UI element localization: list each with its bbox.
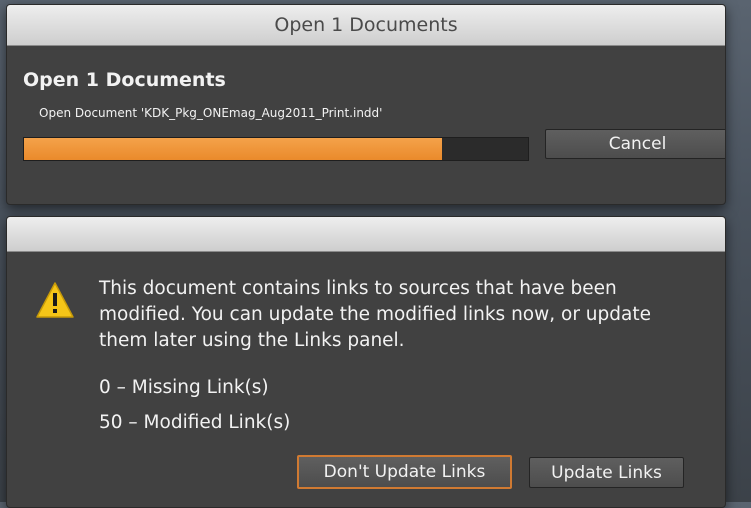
dialog-titlebar[interactable]: Open 1 Documents <box>7 5 725 46</box>
missing-links-count: 0 – Missing Link(s) <box>99 377 269 398</box>
progress-bar <box>23 137 529 161</box>
progress-status-text: Open Document 'KDK_Pkg_ONEmag_Aug2011_Pr… <box>39 106 383 120</box>
progress-bar-fill <box>24 138 443 160</box>
modified-links-alert: This document contains links to sources … <box>6 216 726 508</box>
cancel-button[interactable]: Cancel <box>545 129 725 159</box>
alert-titlebar[interactable] <box>7 217 725 252</box>
dialog-title: Open 1 Documents <box>274 14 458 36</box>
warning-icon <box>36 282 74 318</box>
modified-links-count: 50 – Modified Link(s) <box>99 412 291 433</box>
open-documents-dialog: Open 1 Documents Open 1 Documents Open D… <box>6 4 726 205</box>
update-links-button[interactable]: Update Links <box>529 457 684 488</box>
dont-update-links-button[interactable]: Don't Update Links <box>297 455 512 489</box>
progress-heading: Open 1 Documents <box>23 69 226 91</box>
alert-message: This document contains links to sources … <box>99 278 651 351</box>
